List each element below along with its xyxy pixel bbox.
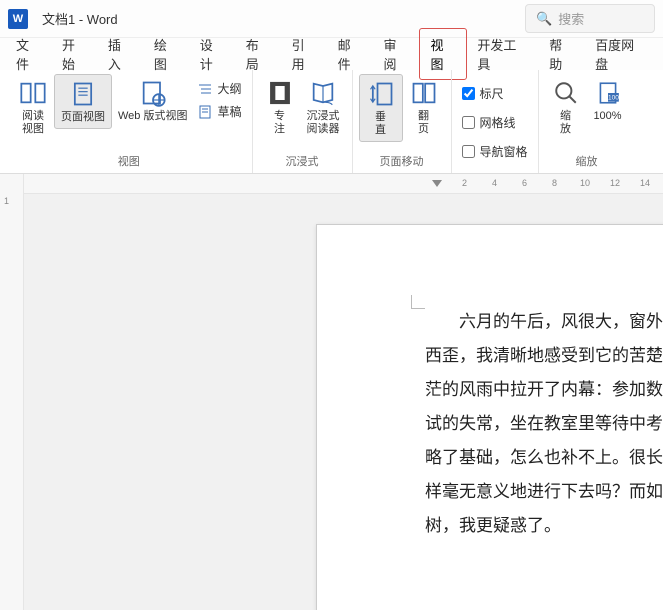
focus-icon — [265, 78, 295, 108]
horizontal-ruler[interactable]: 2 4 6 8 10 12 14 16 — [24, 174, 663, 194]
ruler-checkbox[interactable]: 标尺 — [462, 82, 528, 105]
print-layout-label: 页面视图 — [61, 111, 105, 124]
word-app-icon: W — [8, 9, 28, 29]
document-viewport[interactable]: 六月的午后，风很大，窗外 西歪，我清晰地感受到它的苦楚 茫的风雨中拉开了内幕：参… — [24, 194, 663, 610]
gridlines-checkbox-input[interactable] — [462, 116, 475, 129]
immersive-reader-button[interactable]: 沉浸式 阅读器 — [301, 74, 346, 140]
vertical-label: 垂 直 — [375, 111, 386, 137]
group-zoom: 缩 放 100 100% 缩放 — [539, 70, 635, 173]
read-view-icon — [18, 78, 48, 108]
ruler-tab-marker[interactable] — [432, 180, 442, 187]
vertical-ruler[interactable]: 1 — [0, 174, 24, 610]
gridlines-checkbox-label: 网格线 — [480, 114, 516, 131]
ruler-checkbox-label: 标尺 — [480, 85, 504, 102]
hruler-tick: 2 — [462, 178, 467, 188]
draft-icon — [197, 104, 213, 120]
outline-label: 大纲 — [217, 80, 241, 97]
outline-icon — [197, 81, 213, 97]
draft-label: 草稿 — [217, 103, 241, 120]
navpane-checkbox-input[interactable] — [462, 145, 475, 158]
focus-label: 专 注 — [274, 110, 285, 136]
body-text-line[interactable]: 略了基础，怎么也补不上。很长 — [425, 441, 663, 475]
search-icon: 🔍 — [536, 11, 552, 27]
draft-button[interactable]: 草稿 — [197, 103, 241, 120]
ribbon-tabs: 文件 开始 插入 绘图 设计 布局 引用 邮件 审阅 视图 开发工具 帮助 百度… — [0, 38, 663, 70]
zoom-button[interactable]: 缩 放 — [545, 74, 587, 140]
group-page-movement-label: 页面移动 — [380, 151, 424, 171]
zoom-100-icon: 100 — [593, 78, 623, 108]
group-page-movement: 垂 直 翻 页 页面移动 — [353, 70, 452, 173]
gridlines-checkbox[interactable]: 网格线 — [462, 111, 528, 134]
side-to-side-button[interactable]: 翻 页 — [403, 74, 445, 140]
print-layout-icon — [68, 79, 98, 109]
vertical-icon — [366, 79, 396, 109]
body-text-line[interactable]: 西歪，我清晰地感受到它的苦楚 — [425, 339, 663, 373]
work-area: 1 2 4 6 8 10 12 14 16 六月的午后，风很大，窗外 西歪，我清… — [0, 174, 663, 610]
print-layout-button[interactable]: 页面视图 — [54, 74, 112, 129]
navpane-checkbox[interactable]: 导航窗格 — [462, 140, 528, 163]
hruler-tick: 10 — [580, 178, 590, 188]
hruler-tick: 8 — [552, 178, 557, 188]
hruler-tick: 14 — [640, 178, 650, 188]
body-text-line[interactable]: 六月的午后，风很大，窗外 — [425, 305, 663, 339]
navpane-checkbox-label: 导航窗格 — [480, 143, 528, 160]
read-view-label: 阅读 视图 — [22, 110, 44, 136]
outline-button[interactable]: 大纲 — [197, 80, 241, 97]
zoom-icon — [551, 78, 581, 108]
web-layout-icon — [138, 78, 168, 108]
group-show: 标尺 网格线 导航窗格 显示 — [452, 70, 539, 173]
web-layout-button[interactable]: Web 版式视图 — [112, 74, 193, 127]
margin-corner-mark — [411, 295, 425, 309]
zoom-100-label: 100% — [593, 110, 621, 123]
group-immersive-label: 沉浸式 — [286, 151, 319, 171]
side-to-side-label: 翻 页 — [418, 110, 429, 136]
group-zoom-label: 缩放 — [576, 151, 598, 171]
body-text-line[interactable]: 树，我更疑惑了。 — [425, 509, 663, 543]
hruler-tick: 6 — [522, 178, 527, 188]
vruler-tick: 1 — [4, 196, 9, 206]
web-layout-label: Web 版式视图 — [118, 110, 187, 123]
group-views: 阅读 视图 页面视图 Web 版式视图 大纲 — [6, 70, 253, 173]
side-to-side-icon — [409, 78, 439, 108]
body-text-line[interactable]: 样毫无意义地进行下去吗？而如 — [425, 475, 663, 509]
vertical-button[interactable]: 垂 直 — [359, 74, 403, 142]
read-view-button[interactable]: 阅读 视图 — [12, 74, 54, 140]
ruler-checkbox-input[interactable] — [462, 87, 475, 100]
immersive-reader-label: 沉浸式 阅读器 — [307, 110, 340, 136]
group-immersive: 专 注 沉浸式 阅读器 沉浸式 — [253, 70, 353, 173]
body-text-line[interactable]: 茫的风雨中拉开了内幕：参加数 — [425, 373, 663, 407]
hruler-tick: 12 — [610, 178, 620, 188]
body-text-line[interactable]: 试的失常，坐在教室里等待中考 — [425, 407, 663, 441]
search-placeholder: 搜索 — [558, 9, 584, 28]
svg-text:100: 100 — [608, 95, 619, 102]
document-page[interactable]: 六月的午后，风很大，窗外 西歪，我清晰地感受到它的苦楚 茫的风雨中拉开了内幕：参… — [316, 224, 663, 610]
ribbon: 阅读 视图 页面视图 Web 版式视图 大纲 — [0, 70, 663, 174]
focus-button[interactable]: 专 注 — [259, 74, 301, 140]
group-views-label: 视图 — [118, 151, 140, 171]
document-title: 文档1 - Word — [42, 9, 118, 28]
zoom-label: 缩 放 — [560, 110, 571, 136]
zoom-100-button[interactable]: 100 100% — [587, 74, 629, 127]
immersive-reader-icon — [308, 78, 338, 108]
hruler-tick: 4 — [492, 178, 497, 188]
